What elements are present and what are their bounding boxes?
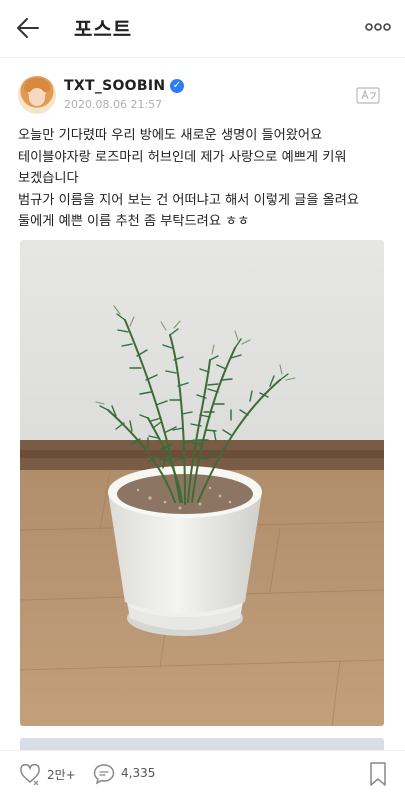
top-bar: 포스트	[0, 0, 405, 56]
more-horizontal-icon[interactable]	[365, 20, 391, 34]
post-author: TXT_SOOBIN ✓ 2020.08.06 21:57	[18, 76, 388, 116]
post-photo[interactable]	[20, 240, 384, 726]
page-title: 포스트	[74, 17, 133, 41]
avatar[interactable]	[18, 76, 56, 114]
post-line: 둘에게 예쁜 이름 추천 좀 부탁드려요 ㅎㅎ	[18, 214, 250, 229]
next-photo-preview[interactable]	[20, 738, 384, 750]
post-timestamp: 2020.08.06 21:57	[64, 98, 163, 111]
bookmark-icon[interactable]	[369, 761, 387, 787]
header-divider	[0, 57, 405, 58]
post-line: 오늘만 기다렸따 우리 방에도 새로운 생명이 들어왔어요	[18, 128, 323, 143]
arrow-left-icon[interactable]	[14, 14, 42, 42]
author-name[interactable]: TXT_SOOBIN	[64, 78, 165, 94]
like-count[interactable]: 2만+	[47, 766, 76, 783]
comment-count[interactable]: 4,335	[121, 766, 155, 780]
translate-icon[interactable]	[356, 86, 380, 106]
potted-rosemary-photo	[20, 240, 384, 726]
post-line: 테이블야자랑 로즈마리 허브인데 제가 사랑으로 예쁘게 키워	[18, 149, 347, 165]
post-line: 보겠습니다	[18, 171, 79, 186]
verified-check-icon: ✓	[170, 79, 184, 93]
post-body: 오늘만 기다렸따 우리 방에도 새로운 생명이 들어왔어요 테이블야자랑 로즈마…	[18, 125, 388, 233]
post-actions-bar: 2만+ 4,335	[0, 751, 405, 800]
heart-icon[interactable]	[18, 762, 42, 786]
post-line: 범규가 이름을 지어 보는 건 어떠냐고 해서 이렇게 글을 올려요	[18, 192, 360, 208]
comment-icon[interactable]	[92, 762, 116, 786]
